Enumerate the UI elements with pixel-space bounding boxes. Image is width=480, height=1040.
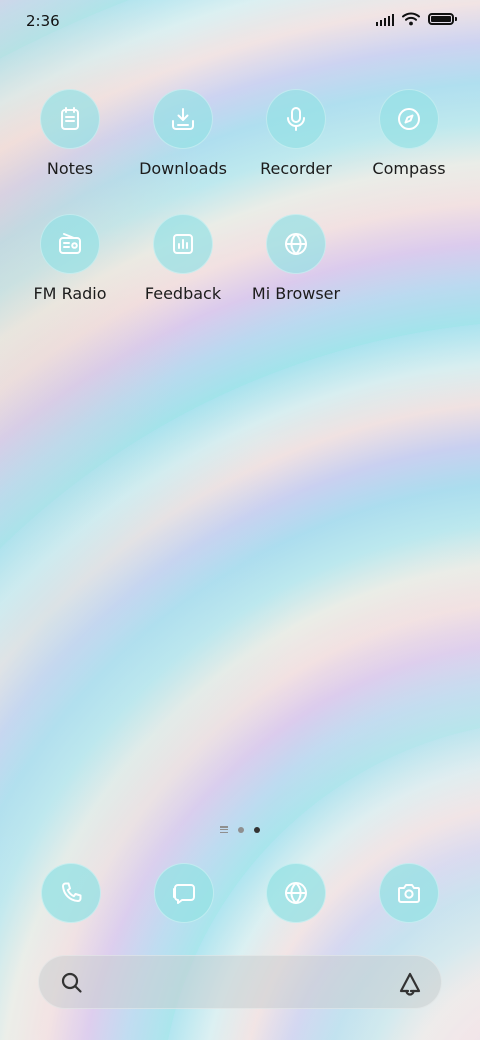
battery-icon bbox=[428, 13, 457, 25]
app-compass-icon-bg bbox=[379, 89, 439, 149]
messages-icon bbox=[173, 884, 195, 904]
radio-icon bbox=[59, 233, 81, 254]
search-icon[interactable] bbox=[59, 970, 85, 1000]
app-label: Notes bbox=[46, 159, 94, 178]
phone-icon bbox=[62, 882, 82, 902]
app-downloads[interactable]: Downloads bbox=[123, 89, 243, 178]
download-icon bbox=[172, 108, 194, 130]
app-label: Feedback bbox=[144, 284, 222, 303]
assistant-icon[interactable] bbox=[397, 970, 423, 1000]
app-compass[interactable]: Compass bbox=[349, 89, 469, 178]
status-icons bbox=[375, 12, 457, 26]
dock-messages[interactable] bbox=[154, 863, 214, 923]
notes-icon bbox=[61, 107, 79, 130]
app-mi-browser[interactable]: Mi Browser bbox=[236, 214, 356, 303]
signal-icon bbox=[375, 13, 394, 26]
app-downloads-icon-bg bbox=[153, 89, 213, 149]
app-label: Mi Browser bbox=[251, 284, 341, 303]
app-drawer-indicator-icon[interactable] bbox=[220, 826, 228, 833]
page-dot-2-active[interactable] bbox=[254, 826, 260, 833]
status-time: 2:36 bbox=[26, 12, 60, 30]
dock-browser[interactable] bbox=[266, 863, 326, 923]
page-indicator[interactable] bbox=[0, 826, 480, 833]
dock-phone[interactable] bbox=[41, 863, 101, 923]
app-label: Downloads bbox=[139, 159, 227, 178]
battery-level bbox=[431, 16, 451, 22]
page-dot-1[interactable] bbox=[238, 826, 244, 833]
app-label: FM Radio bbox=[33, 284, 107, 303]
feedback-chart-icon bbox=[173, 234, 193, 254]
browser-globe-icon bbox=[285, 882, 307, 904]
app-notes[interactable]: Notes bbox=[10, 89, 130, 178]
app-fm-radio-icon-bg bbox=[40, 214, 100, 274]
status-bar: 2:36 bbox=[0, 0, 480, 42]
app-label: Recorder bbox=[260, 159, 332, 178]
dock-camera[interactable] bbox=[379, 863, 439, 923]
compass-icon bbox=[398, 108, 420, 130]
app-notes-icon-bg bbox=[40, 89, 100, 149]
app-fm-radio[interactable]: FM Radio bbox=[10, 214, 130, 303]
wifi-icon bbox=[402, 12, 420, 26]
app-recorder[interactable]: Recorder bbox=[236, 89, 356, 178]
app-mi-browser-icon-bg bbox=[266, 214, 326, 274]
search-bar[interactable] bbox=[38, 955, 442, 1009]
app-recorder-icon-bg bbox=[266, 89, 326, 149]
microphone-icon bbox=[287, 107, 305, 131]
app-feedback-icon-bg bbox=[153, 214, 213, 274]
app-feedback[interactable]: Feedback bbox=[123, 214, 243, 303]
globe-icon bbox=[285, 233, 307, 255]
camera-icon bbox=[398, 884, 420, 903]
app-label: Compass bbox=[372, 159, 446, 178]
